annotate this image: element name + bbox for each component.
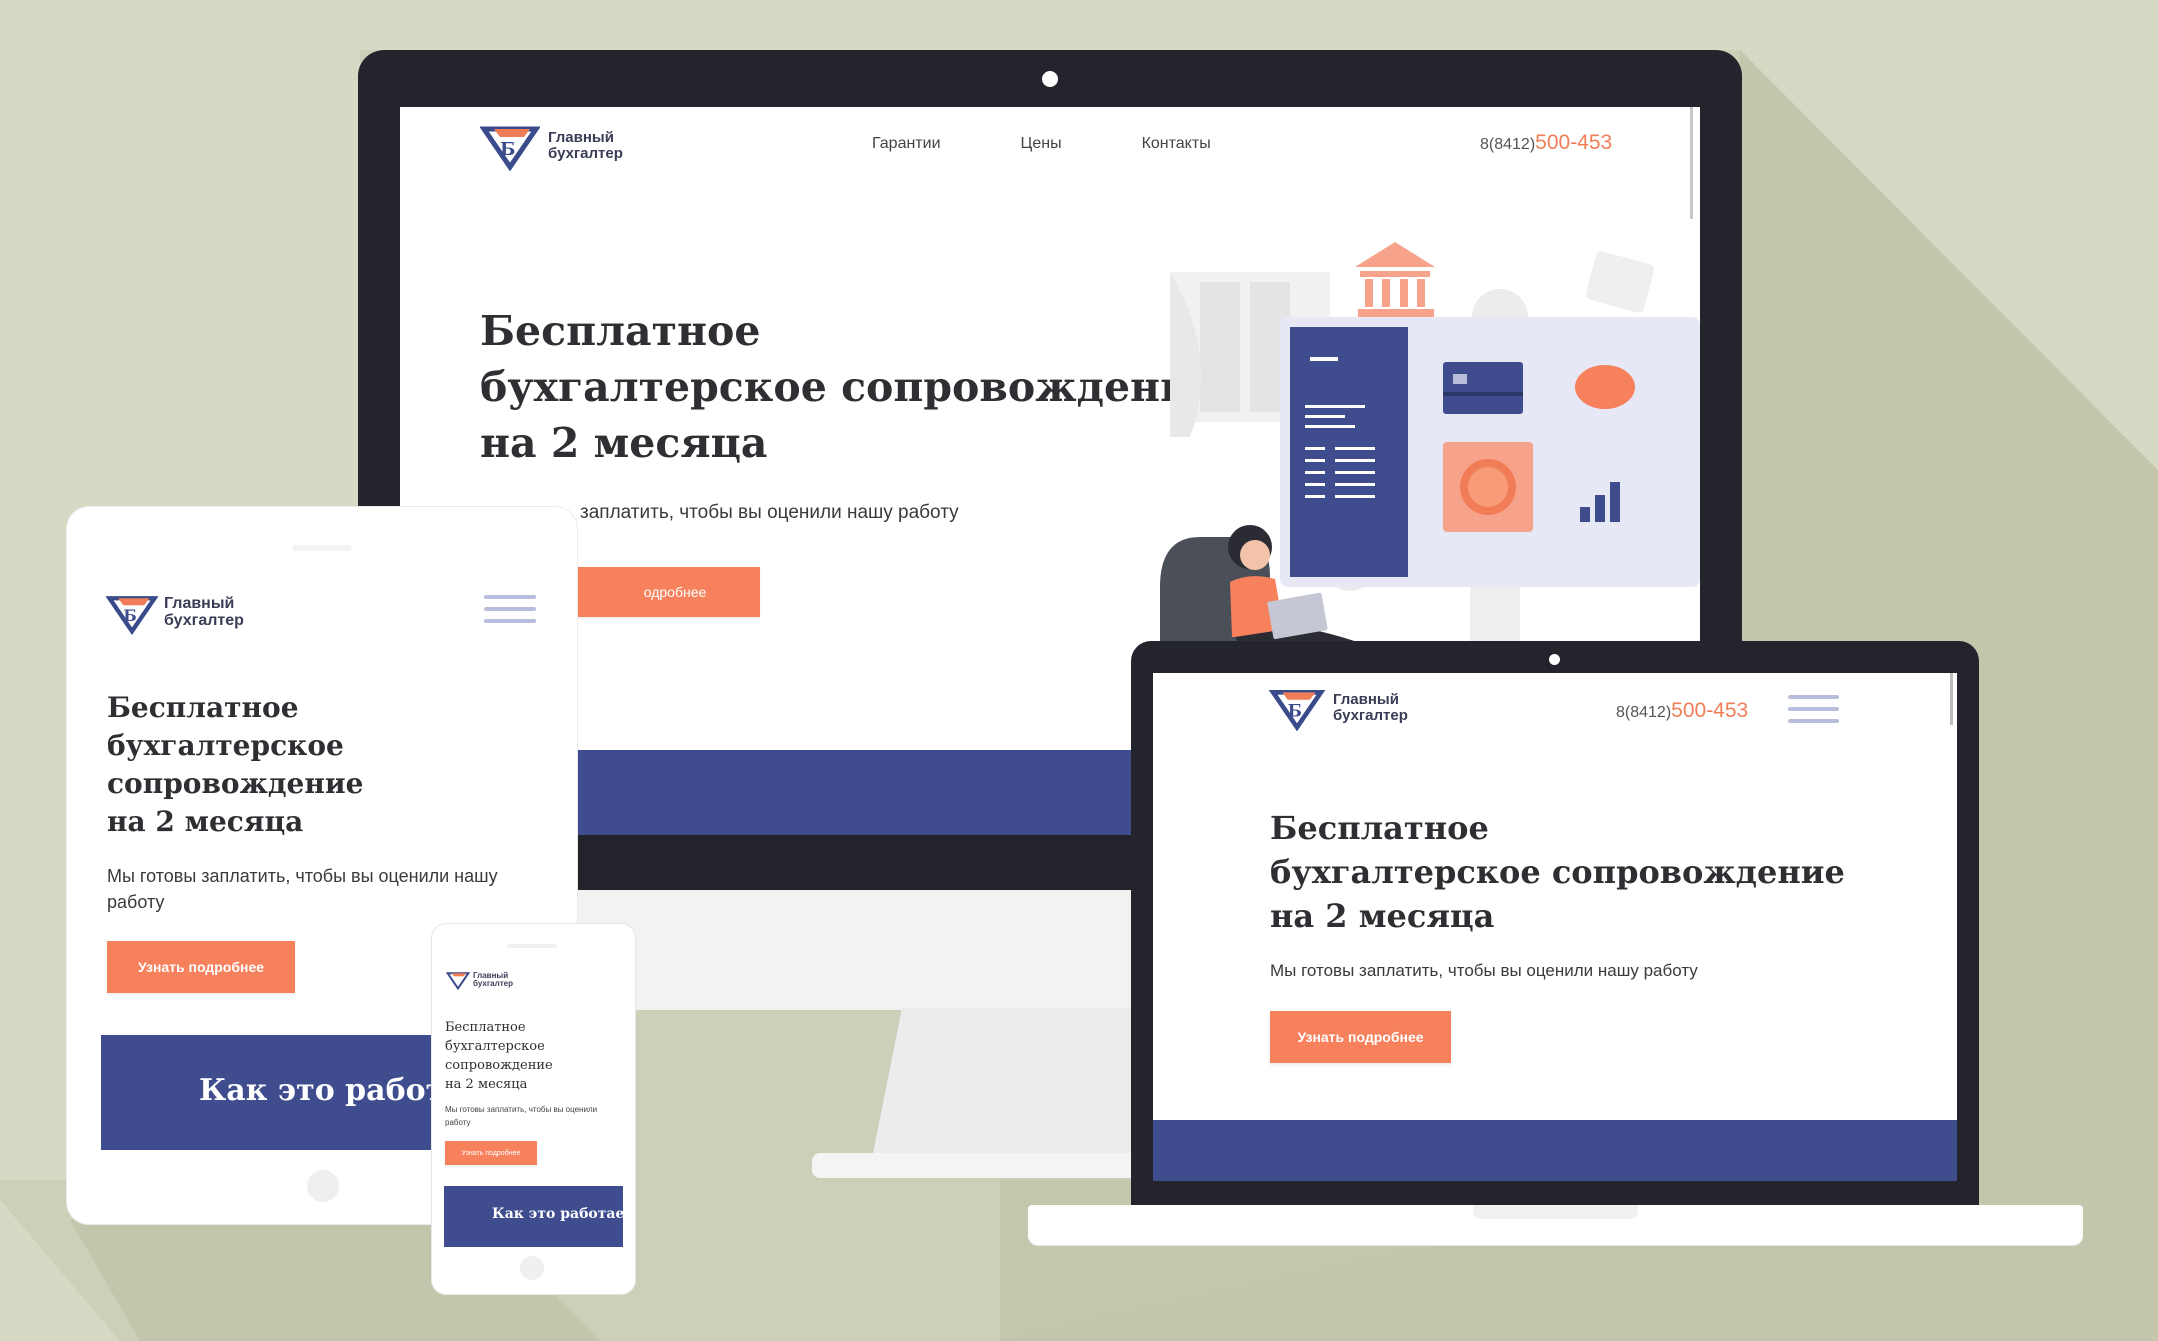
phone-number: 500-453 <box>1535 131 1613 154</box>
laptop-menu-button[interactable] <box>1788 695 1839 723</box>
hero-title-line3: сопровождение <box>107 767 364 800</box>
camera-dot <box>1042 71 1058 87</box>
diamond-logo-icon: Б <box>106 596 158 635</box>
phone-prefix: 8(8412) <box>1616 704 1672 721</box>
nav-item-prices[interactable]: Цены <box>1021 135 1062 153</box>
hero-title-line2: бухгалтерское сопровождение <box>480 363 1217 411</box>
logo-line1: Главный <box>548 129 614 147</box>
desktop-cta-button[interactable]: одробнее <box>550 567 760 617</box>
hero-title-line2: бухгалтерское сопровождение <box>1270 853 1845 891</box>
phone-hero-subtitle: Мы готовы заплатить, чтобы вы оценили ра… <box>445 1103 597 1129</box>
laptop-phone[interactable]: 8(8412)500-453 <box>1616 699 1748 723</box>
subtitle-line1: Мы готовы заплатить, чтобы вы оценили <box>445 1105 598 1114</box>
desktop-hero-subtitle: заплатить, чтобы вы оценили нашу работу <box>580 502 959 523</box>
bank-icon <box>1355 242 1435 317</box>
logo-line1: Главный <box>1333 691 1399 709</box>
desktop-scrollbar[interactable] <box>1690 107 1693 219</box>
hero-title-line3: на 2 месяца <box>1270 897 1495 935</box>
phone-number: 500-453 <box>1671 699 1749 722</box>
phone-how-title: Как это работает <box>492 1206 623 1222</box>
subtitle-line2: работу <box>445 1118 471 1127</box>
phone-screen: Главный бухгалтер Бесплатное бухгалтерск… <box>442 965 623 1247</box>
logo-line2: бухгалтер <box>164 612 244 629</box>
hero-title-line4: на 2 месяца <box>107 805 304 838</box>
hero-title-line2: бухгалтерское <box>445 1039 545 1054</box>
tablet-hero-title: Бесплатное бухгалтерское сопровождение н… <box>107 689 363 841</box>
logo-line2: бухгалтер <box>548 145 623 162</box>
tablet-home-button[interactable] <box>307 1170 339 1202</box>
diamond-logo-icon: Б <box>1269 690 1325 731</box>
laptop-logo[interactable]: Б Главный бухгалтер <box>1269 685 1408 731</box>
phone-home-button[interactable] <box>520 1256 544 1280</box>
laptop-blue-section <box>1153 1120 1957 1181</box>
tablet-cta-button[interactable]: Узнать подробнее <box>107 941 295 993</box>
laptop-scrollbar[interactable] <box>1950 673 1953 725</box>
hero-title-line2: бухгалтерское <box>107 729 344 762</box>
nav-item-contacts[interactable]: Контакты <box>1142 135 1211 153</box>
diamond-logo-icon: Б <box>480 126 540 171</box>
tablet-camera <box>292 545 352 551</box>
phone-cta-button[interactable]: Узнать подробнее <box>445 1141 537 1165</box>
desktop-phone[interactable]: 8(8412)500-453 <box>1480 131 1612 155</box>
logo-line1: Главный <box>164 595 235 613</box>
desktop-nav: Гарантии Цены Контакты <box>872 135 1211 153</box>
desktop-cta-label: одробнее <box>643 584 707 600</box>
laptop-hero-title: Бесплатное бухгалтерское сопровождение н… <box>1270 806 1845 938</box>
desktop-hero-title: Бесплатное бухгалтерское сопровождение н… <box>480 303 1217 471</box>
desktop-logo[interactable]: Б Главный бухгалтер <box>480 121 623 171</box>
laptop-base <box>1028 1205 2083 1245</box>
phone-prefix: 8(8412) <box>1480 136 1536 153</box>
laptop-hero-subtitle: Мы готовы заплатить, чтобы вы оценили на… <box>1270 961 1698 980</box>
nav-item-guarantees[interactable]: Гарантии <box>872 135 941 153</box>
phone-how-section: Как это работает <box>444 1186 623 1247</box>
laptop-notch <box>1473 1205 1638 1219</box>
subtitle-line2: работу <box>107 892 165 912</box>
hero-title-line4: на 2 месяца <box>445 1077 528 1092</box>
hero-title-line1: Бесплатное <box>107 691 299 724</box>
phone-logo[interactable]: Главный бухгалтер <box>446 970 513 990</box>
hero-title-line1: Бесплатное <box>1270 809 1489 847</box>
phone-hero-title: Бесплатное бухгалтерское сопровождение н… <box>445 1018 553 1094</box>
diamond-logo-icon <box>446 972 470 990</box>
subtitle-line1: Мы готовы заплатить, чтобы вы оценили на… <box>107 866 498 886</box>
laptop-screen: Б Главный бухгалтер 8(8412)500-453 Беспл… <box>1153 673 1957 1181</box>
tablet-hero-subtitle: Мы готовы заплатить, чтобы вы оценили на… <box>107 863 498 915</box>
tablet-menu-button[interactable] <box>484 595 536 623</box>
svg-text:Б: Б <box>1288 700 1302 720</box>
logo-line2: бухгалтер <box>1333 707 1408 724</box>
hero-title-line1: Бесплатное <box>480 307 761 355</box>
svg-text:Б: Б <box>123 606 136 625</box>
hero-title-line3: на 2 месяца <box>480 419 768 467</box>
hero-title-line1: Бесплатное <box>445 1020 526 1035</box>
logo-line2: бухгалтер <box>473 979 513 988</box>
tablet-logo[interactable]: Б Главный бухгалтер <box>106 591 244 635</box>
hero-title-line3: сопровождение <box>445 1058 553 1073</box>
laptop-cta-button[interactable]: Узнать подробнее <box>1270 1011 1451 1063</box>
laptop-camera <box>1549 654 1560 665</box>
phone-speaker <box>507 944 557 948</box>
svg-text:Б: Б <box>500 139 515 160</box>
